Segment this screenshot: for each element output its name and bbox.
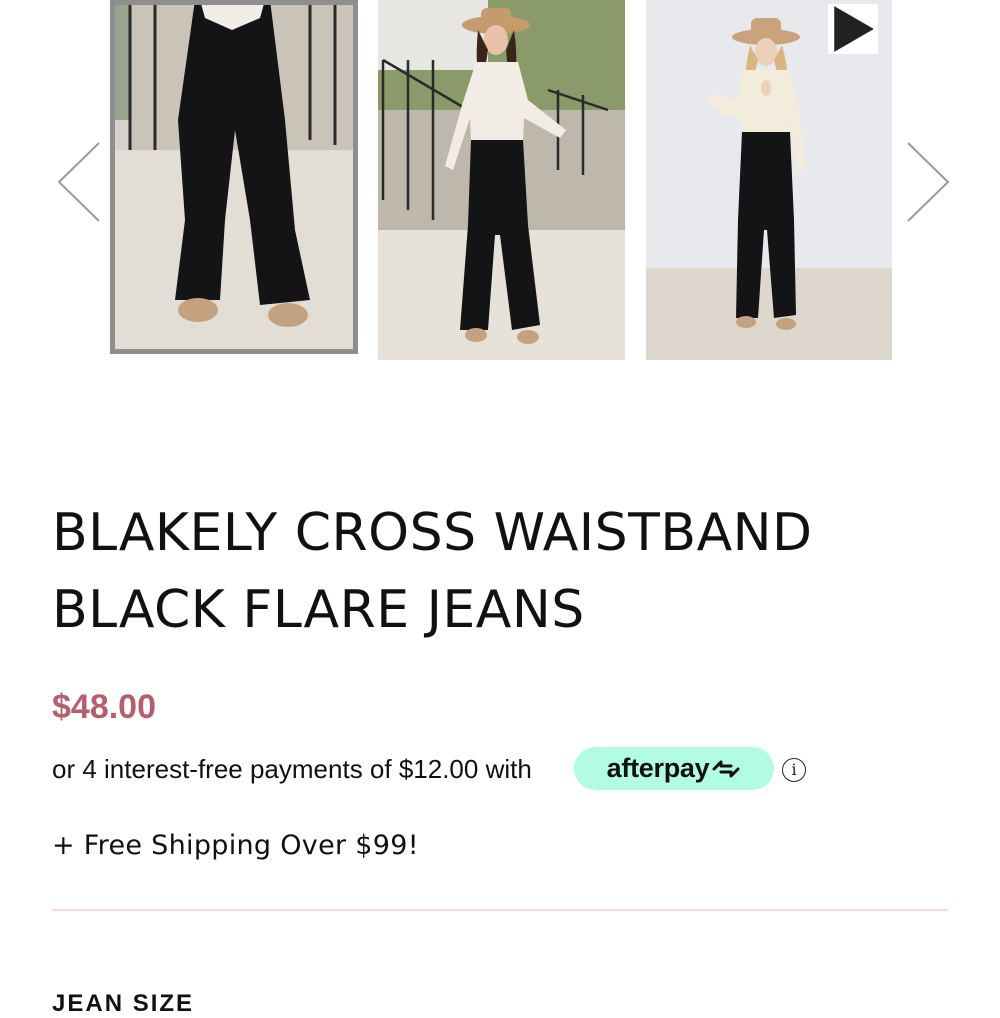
product-thumbnail-2[interactable] — [378, 0, 625, 360]
shipping-note: + Free Shipping Over $99! — [52, 830, 419, 861]
divider — [52, 909, 948, 911]
chevron-left-icon[interactable] — [55, 140, 105, 225]
product-thumbnail-1[interactable] — [110, 0, 358, 354]
installment-text: or 4 interest-free payments of $12.00 wi… — [52, 754, 532, 784]
product-title-line-1: BLAKELY CROSS WAISTBAND — [52, 503, 813, 563]
product-photo-full-look — [378, 0, 625, 360]
info-icon[interactable]: i — [782, 758, 806, 782]
size-heading: JEAN SIZE — [52, 990, 195, 1017]
product-title: BLAKELY CROSS WAISTBAND BLACK FLARE JEAN… — [52, 495, 952, 649]
product-title-line-2: BLACK FLARE JEANS — [52, 580, 585, 640]
product-photo-studio — [646, 0, 892, 360]
product-price: $48.00 — [52, 688, 156, 726]
afterpay-badge[interactable]: afterpay — [574, 747, 774, 790]
play-icon[interactable] — [828, 4, 878, 54]
product-photo-jeans-closeup — [110, 0, 358, 354]
product-thumbnail-3-video[interactable] — [646, 0, 892, 360]
afterpay-label: afterpay — [606, 753, 710, 783]
chevron-right-icon[interactable] — [902, 140, 952, 225]
product-image-carousel — [0, 0, 1000, 370]
afterpay-logo-icon — [712, 760, 740, 777]
